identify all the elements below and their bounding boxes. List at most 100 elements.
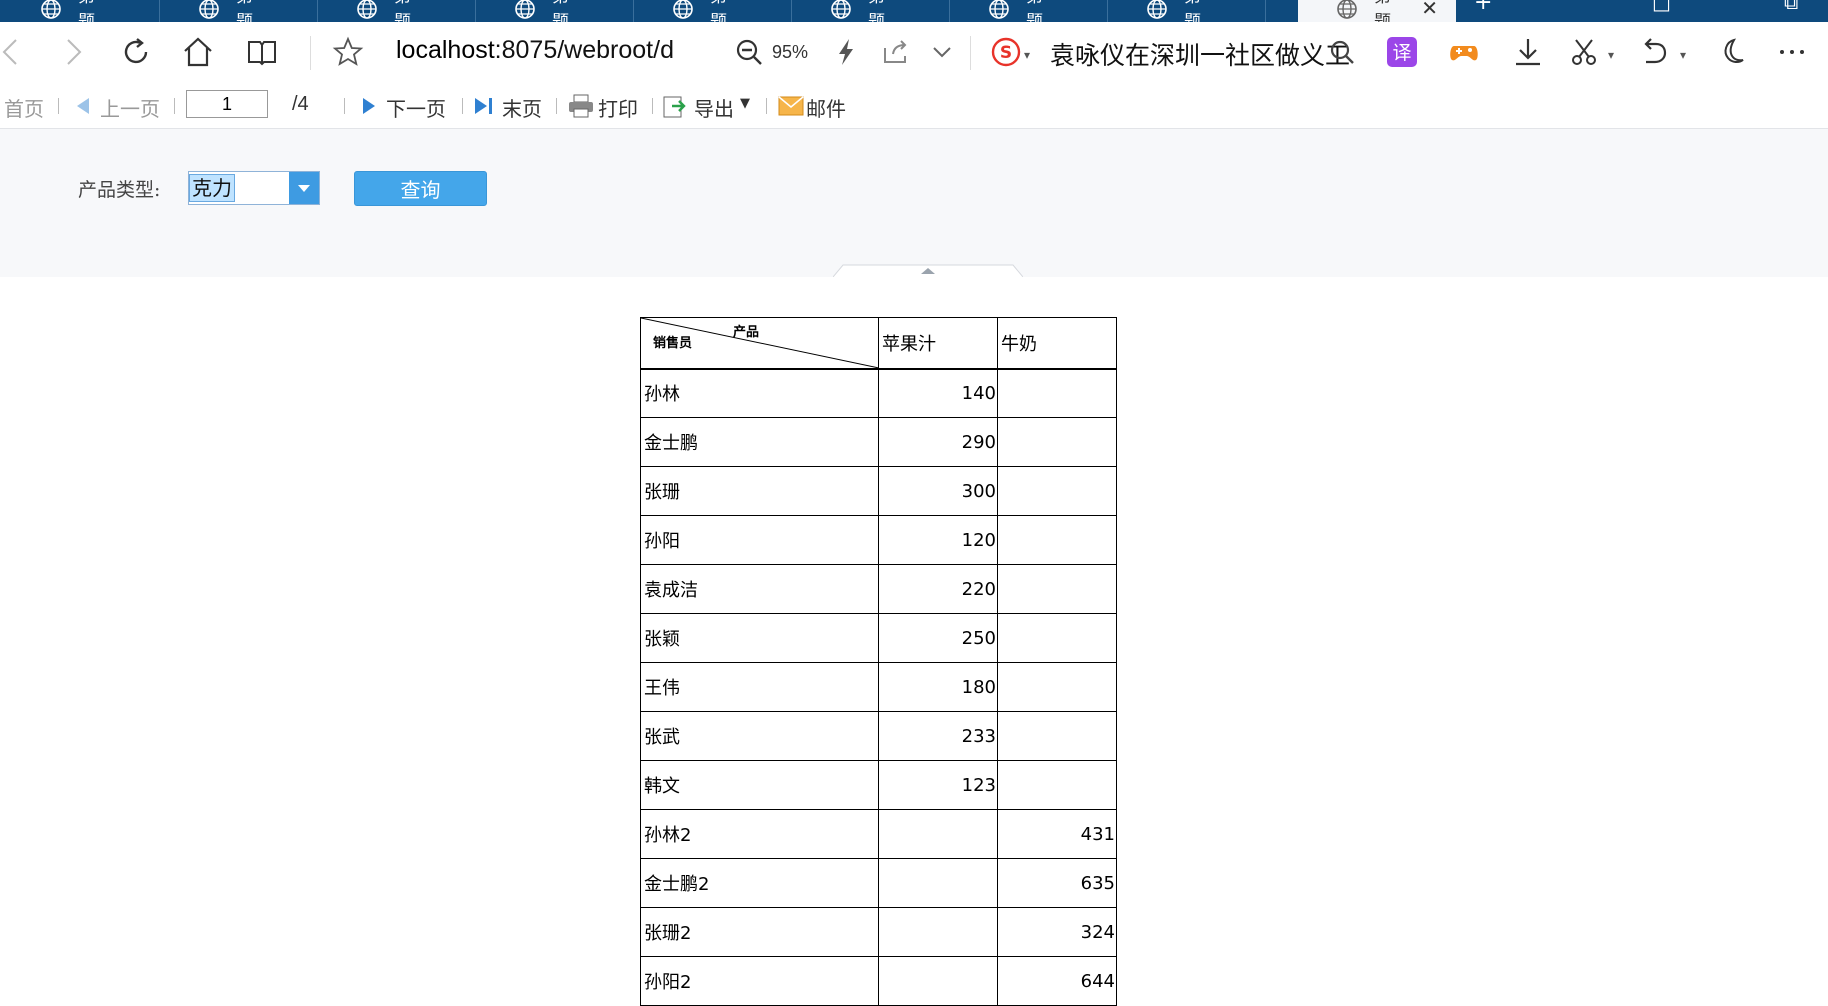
- address-bar[interactable]: localhost:8075/webroot/d: [396, 36, 674, 65]
- browser-tab[interactable]: 第 题: [950, 0, 1108, 22]
- table-row: 孙林 140: [640, 368, 1117, 418]
- zoom-level[interactable]: 95%: [772, 42, 808, 63]
- export-button[interactable]: 导出: [694, 93, 734, 122]
- undo-dropdown-icon[interactable]: ▾: [1680, 48, 1686, 62]
- translate-button[interactable]: 译: [1382, 32, 1422, 72]
- home-button[interactable]: [178, 32, 218, 72]
- table-row: 孙阳 120: [640, 515, 1117, 565]
- toolbar-divider: [310, 36, 311, 70]
- milk-cell: 324: [997, 907, 1117, 957]
- apple-juice-cell: [878, 809, 998, 859]
- popout-icon[interactable]: ⧉: [1784, 0, 1798, 14]
- globe-icon: [199, 0, 219, 19]
- column-header-apple-juice: 苹果汁: [878, 317, 998, 370]
- collapse-panel-handle[interactable]: [833, 264, 1023, 277]
- query-button[interactable]: 查询: [354, 171, 487, 206]
- share-button[interactable]: [876, 32, 916, 72]
- globe-icon: [1147, 0, 1167, 19]
- report-table: 产品 销售员 苹果汁 牛奶 孙林 140 金士鹏 290 张珊 300 孙阳 120 袁成洁 22…: [640, 317, 1117, 1006]
- dropdown-button[interactable]: [289, 172, 319, 204]
- browser-tab[interactable]: 第 题: [634, 0, 792, 22]
- apple-juice-cell: 123: [878, 760, 998, 810]
- screenshot-dropdown-icon[interactable]: ▾: [1608, 48, 1614, 62]
- close-tab-icon[interactable]: ✕: [1421, 0, 1438, 20]
- search-input[interactable]: 袁咏仪在深圳一社区做义工: [1050, 36, 1350, 72]
- milk-cell: [997, 564, 1117, 614]
- table-row: 孙林2 431: [640, 809, 1117, 859]
- browser-tab[interactable]: 第 题: [476, 0, 634, 22]
- night-mode-button[interactable]: [1710, 32, 1750, 72]
- toolbar-separator: [344, 98, 345, 114]
- share-icon: [884, 40, 907, 63]
- apple-juice-cell: 120: [878, 515, 998, 565]
- reload-button[interactable]: [116, 32, 156, 72]
- product-type-select[interactable]: 克力: [188, 171, 320, 205]
- product-type-label: 产品类型:: [78, 179, 161, 201]
- reload-icon: [124, 38, 148, 64]
- browser-toolbar: localhost:8075/webroot/d 95% S ▾ 袁咏仪在深圳一…: [0, 22, 1828, 85]
- gamepad-icon: [1450, 46, 1478, 61]
- new-tab-button[interactable]: +: [1474, 0, 1492, 15]
- search-button[interactable]: [1322, 32, 1362, 72]
- back-button[interactable]: [0, 32, 32, 72]
- browser-tab[interactable]: 第 题: [318, 0, 476, 22]
- browser-tab[interactable]: 第 题: [2, 0, 160, 22]
- last-page-button[interactable]: 末页: [502, 93, 542, 122]
- globe-icon: [673, 0, 693, 19]
- browser-tab[interactable]: 第 题 ✕: [1298, 0, 1456, 22]
- favorite-button[interactable]: [328, 32, 368, 72]
- diagonal-header-cell: 产品 销售员: [640, 317, 879, 370]
- more-menu-button[interactable]: [1772, 32, 1812, 72]
- milk-cell: [997, 515, 1117, 565]
- screenshot-button[interactable]: [1564, 32, 1604, 72]
- table-row: 王伟 180: [640, 662, 1117, 712]
- last-page-icon: [475, 98, 492, 114]
- table-row: 金士鹏 290: [640, 417, 1117, 467]
- globe-icon: [1337, 0, 1357, 19]
- product-type-value[interactable]: 克力: [189, 174, 235, 202]
- search-engine-dropdown-icon[interactable]: ▾: [1024, 48, 1030, 62]
- forward-button[interactable]: [52, 32, 92, 72]
- globe-icon: [357, 0, 377, 19]
- export-dropdown-icon[interactable]: ▼: [740, 96, 750, 111]
- undo-close-button[interactable]: [1634, 32, 1674, 72]
- table-row: 张珊 300: [640, 466, 1117, 516]
- page-number-input[interactable]: [186, 90, 268, 118]
- download-button[interactable]: [1508, 32, 1548, 72]
- scissors-icon: [1572, 39, 1596, 65]
- diagonal-header-salesperson: 销售员: [653, 336, 693, 351]
- search-engine-button[interactable]: S: [986, 32, 1026, 72]
- reading-view-button[interactable]: [242, 32, 282, 72]
- back-arrow-icon: [2, 39, 17, 65]
- next-page-button[interactable]: 下一页: [386, 93, 446, 122]
- diagonal-header-product: 产品: [733, 325, 760, 340]
- browser-tab[interactable]: 第 题: [160, 0, 318, 22]
- milk-cell: [997, 760, 1117, 810]
- accelerate-button[interactable]: [826, 32, 866, 72]
- apple-juice-cell: 180: [878, 662, 998, 712]
- address-dropdown-button[interactable]: [922, 32, 962, 72]
- table-row: 张珊2 324: [640, 907, 1117, 957]
- milk-cell: 635: [997, 858, 1117, 908]
- zoom-out-button[interactable]: [729, 32, 769, 72]
- export-icon: [663, 96, 686, 118]
- table-row: 韩文 123: [640, 760, 1117, 810]
- apple-juice-cell: [878, 956, 998, 1006]
- book-icon: [248, 41, 276, 66]
- browser-tab[interactable]: 第 题: [792, 0, 950, 22]
- star-icon: [332, 36, 364, 66]
- browser-tab-strip: 第 题 第 题 第 题 第 题 第 题 第 题 第 题 第 题 第 题 ✕ + □ ⧉: [0, 0, 1828, 22]
- prev-page-button[interactable]: 上一页: [100, 93, 160, 122]
- browser-tab[interactable]: 第 题: [1108, 0, 1266, 22]
- undo-icon: [1644, 38, 1667, 64]
- parameter-panel: 产品类型: 克力 查询: [0, 128, 1828, 277]
- next-page-icon: [363, 98, 375, 114]
- first-page-button[interactable]: 首页: [4, 93, 44, 122]
- milk-cell: [997, 368, 1117, 418]
- game-button[interactable]: [1444, 32, 1484, 72]
- zoom-out-icon: [736, 39, 762, 65]
- milk-cell: [997, 662, 1117, 712]
- restore-icon[interactable]: □: [1652, 0, 1671, 14]
- print-button[interactable]: 打印: [598, 93, 638, 122]
- email-button[interactable]: 邮件: [806, 93, 846, 122]
